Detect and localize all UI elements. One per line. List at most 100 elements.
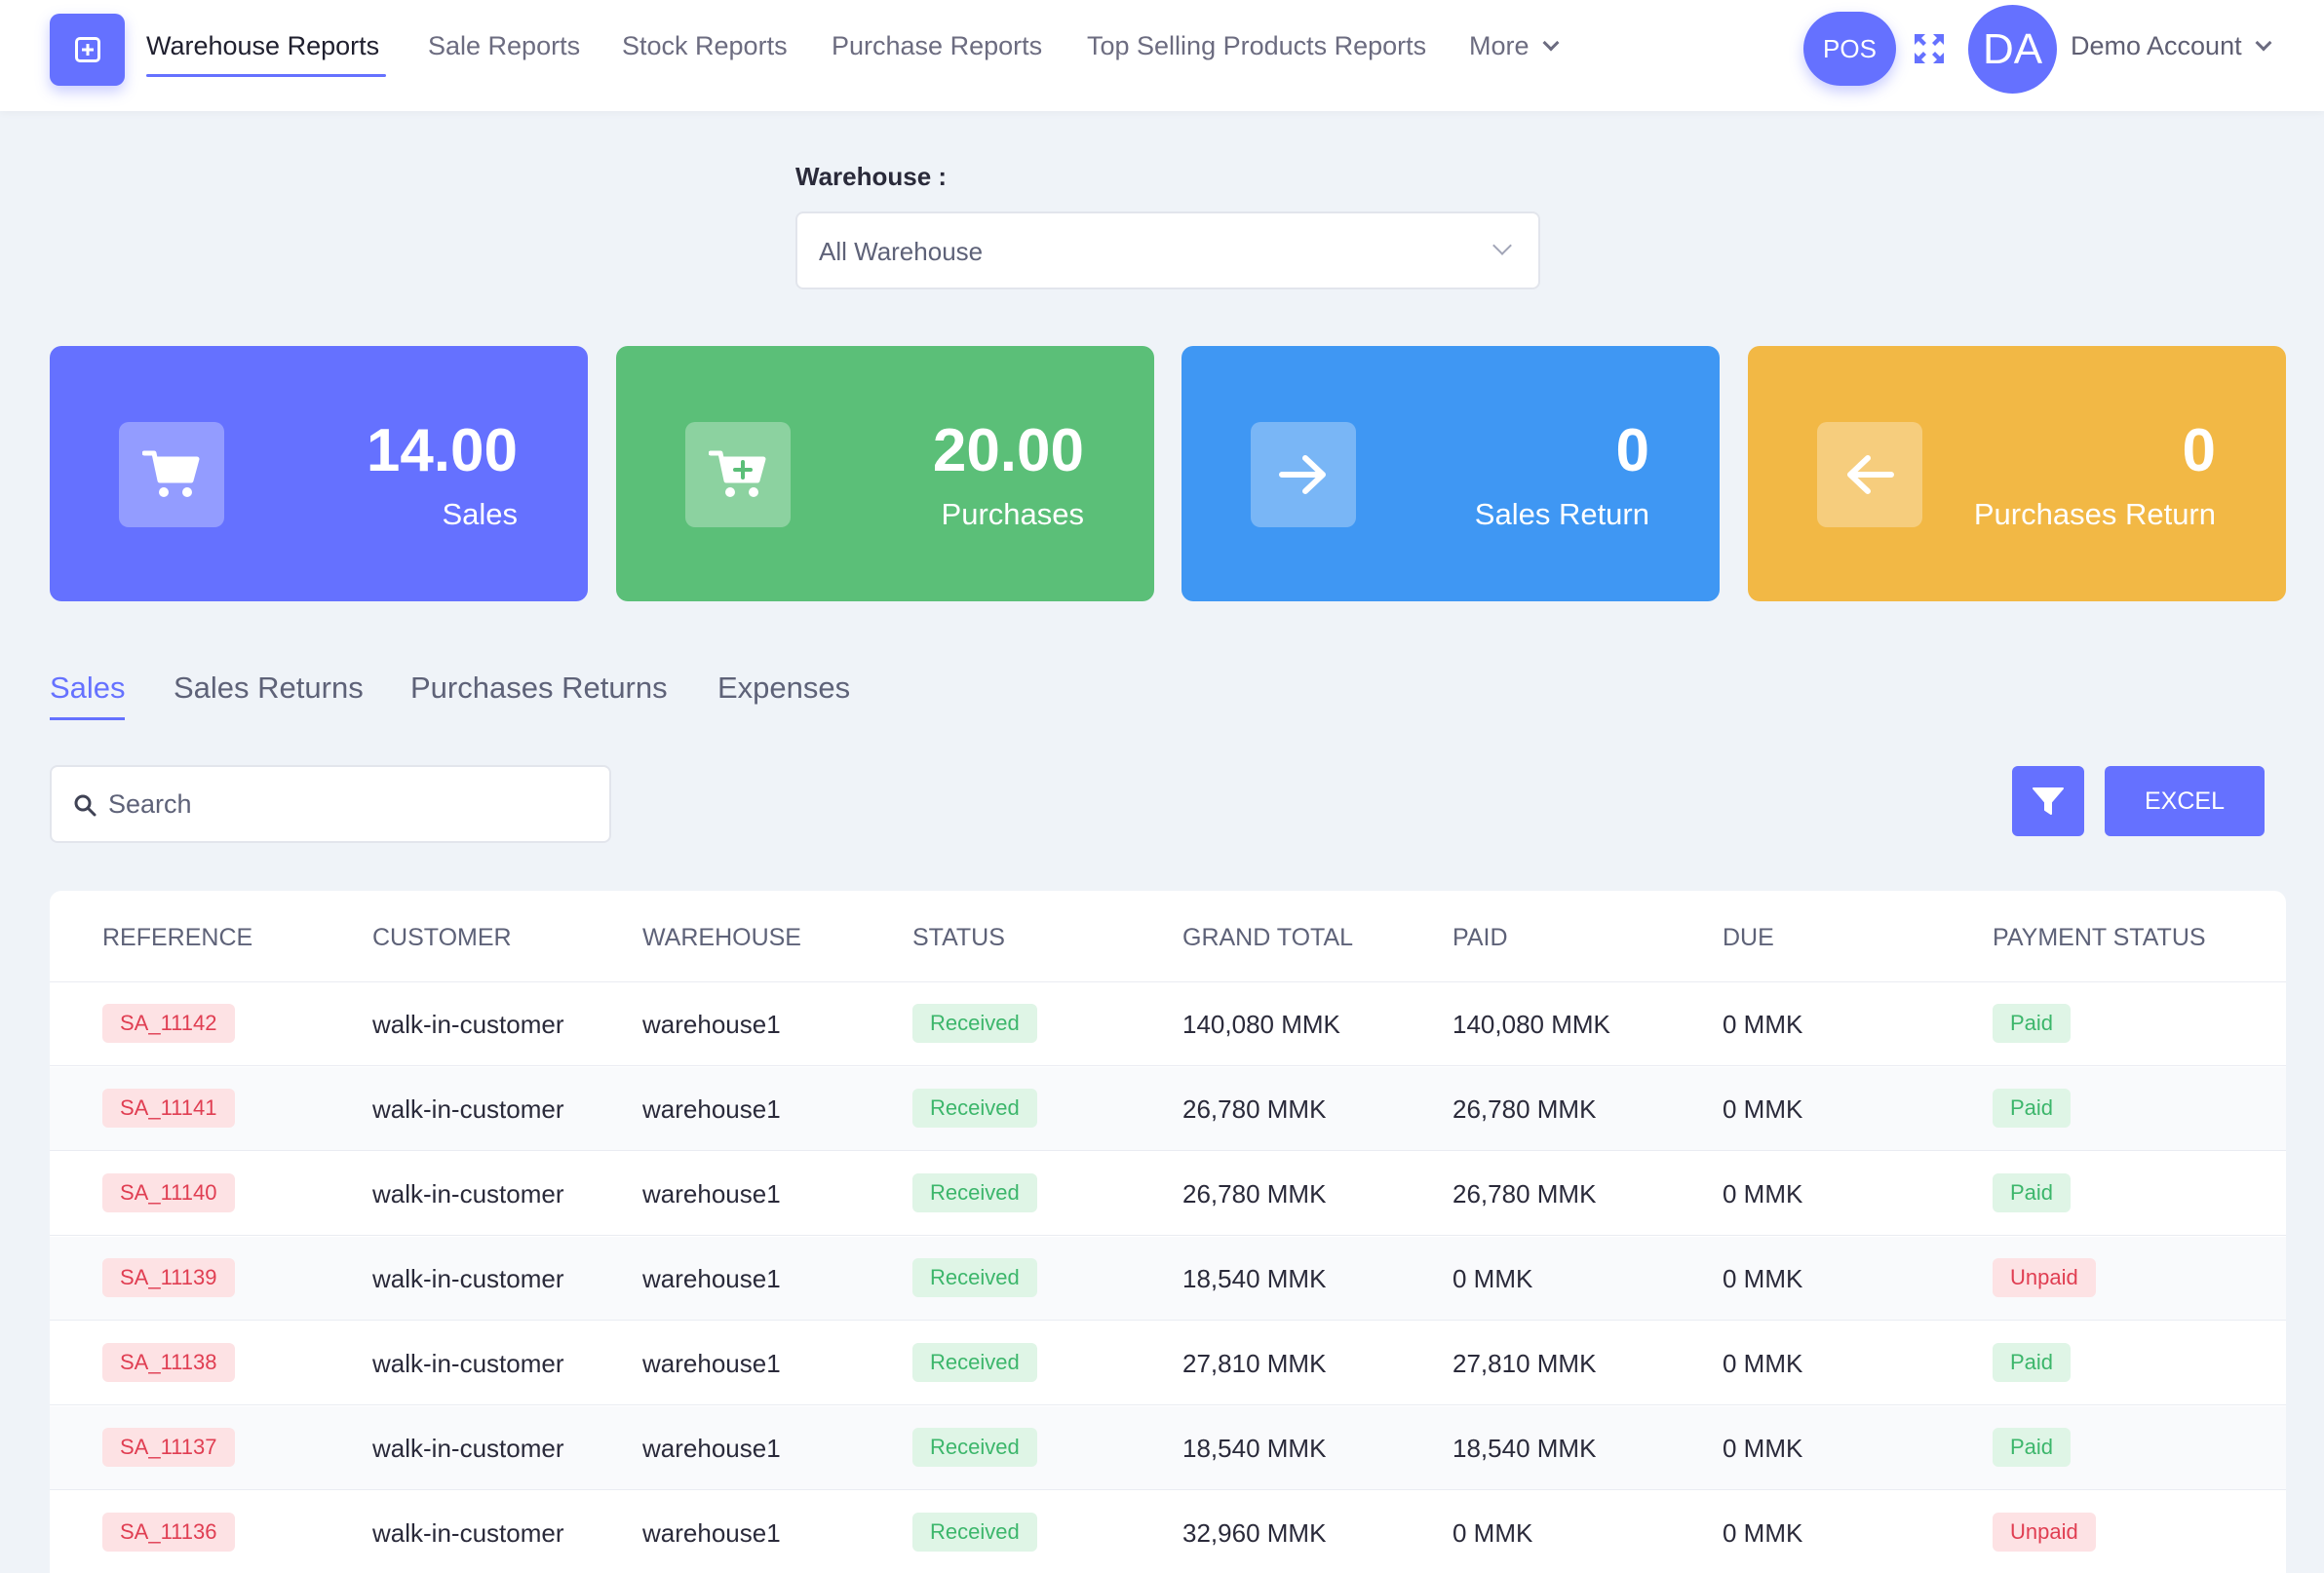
status-badge: Received [912, 1513, 1037, 1552]
table-row[interactable]: SA_11140 walk-in-customer warehouse1 Receiv… [50, 1152, 2286, 1236]
pos-button[interactable]: POS [1803, 12, 1896, 86]
status-badge: Received [912, 1258, 1037, 1297]
grand-total-cell: 32,960 MMK [1182, 1518, 1327, 1548]
payment-status-badge: Paid [1993, 1343, 2072, 1382]
reference-badge[interactable]: SA_11137 [102, 1428, 235, 1467]
purchases-return-value: 0 [2182, 417, 2216, 484]
purchases-return-card: 0 Purchases Return [1748, 346, 2286, 601]
grand-total-cell: 18,540 MMK [1182, 1434, 1327, 1463]
column-header-paid[interactable]: PAID [1452, 924, 1508, 952]
column-header-reference[interactable]: REFERENCE [102, 924, 252, 952]
excel-export-button[interactable]: EXCEL [2105, 766, 2265, 836]
warehouse-filter-label: Warehouse : [795, 162, 948, 191]
account-menu[interactable]: Demo Account [2071, 31, 2272, 61]
warehouse-cell: warehouse1 [642, 1264, 781, 1293]
warehouse-select[interactable]: All Warehouse [795, 211, 1540, 289]
column-header-due[interactable]: DUE [1723, 924, 1774, 952]
customer-cell: walk-in-customer [372, 1434, 564, 1463]
reference-badge[interactable]: SA_11142 [102, 1004, 235, 1043]
sales-table: REFERENCE CUSTOMER WAREHOUSE STATUS GRAN… [50, 891, 2286, 1573]
tab-expenses[interactable]: Expenses [717, 671, 850, 706]
reference-badge[interactable]: SA_11138 [102, 1343, 235, 1382]
app-menu-button[interactable] [50, 14, 125, 86]
filter-icon [2033, 787, 2064, 815]
filter-button[interactable] [2012, 766, 2084, 836]
tab-sales-returns[interactable]: Sales Returns [174, 671, 364, 706]
status-badge: Received [912, 1428, 1037, 1467]
table-row[interactable]: SA_11142 walk-in-customer warehouse1 Receiv… [50, 982, 2286, 1066]
reference-badge[interactable]: SA_11136 [102, 1513, 235, 1552]
column-header-payment-status[interactable]: PAYMENT STATUS [1993, 924, 2206, 952]
reference-badge[interactable]: SA_11139 [102, 1258, 235, 1297]
chevron-down-icon [1492, 236, 1512, 255]
nav-warehouse-reports[interactable]: Warehouse Reports [146, 31, 379, 61]
column-header-warehouse[interactable]: WAREHOUSE [642, 924, 801, 952]
column-header-grand-total[interactable]: GRAND TOTAL [1182, 924, 1353, 952]
cart-plus-icon [685, 422, 791, 527]
nav-stock-reports[interactable]: Stock Reports [622, 31, 788, 61]
due-cell: 0 MMK [1723, 1434, 1803, 1463]
grand-total-cell: 18,540 MMK [1182, 1264, 1327, 1293]
customer-cell: walk-in-customer [372, 1094, 564, 1124]
plus-square-icon [74, 37, 100, 62]
nav-more-label: More [1469, 31, 1530, 60]
due-cell: 0 MMK [1723, 1094, 1803, 1124]
column-header-status[interactable]: STATUS [912, 924, 1005, 952]
nav-sale-reports[interactable]: Sale Reports [428, 31, 580, 61]
tab-purchases-returns[interactable]: Purchases Returns [410, 671, 668, 706]
reference-badge[interactable]: SA_11140 [102, 1173, 235, 1212]
customer-cell: walk-in-customer [372, 1264, 564, 1293]
warehouse-select-value: All Warehouse [819, 237, 984, 266]
grand-total-cell: 26,780 MMK [1182, 1179, 1327, 1209]
table-row[interactable]: SA_11139 walk-in-customer warehouse1 Receiv… [50, 1237, 2286, 1321]
grand-total-cell: 140,080 MMK [1182, 1010, 1340, 1039]
sales-return-label: Sales Return [1474, 497, 1649, 531]
tab-sales[interactable]: Sales [50, 671, 126, 706]
table-row[interactable]: SA_11137 walk-in-customer warehouse1 Receiv… [50, 1406, 2286, 1490]
paid-cell: 26,780 MMK [1452, 1179, 1597, 1209]
nav-purchase-reports[interactable]: Purchase Reports [832, 31, 1042, 61]
nav-top-selling-products-reports[interactable]: Top Selling Products Reports [1087, 31, 1426, 61]
fullscreen-icon[interactable] [1913, 32, 1946, 65]
customer-cell: walk-in-customer [372, 1179, 564, 1209]
due-cell: 0 MMK [1723, 1518, 1803, 1548]
warehouse-cell: warehouse1 [642, 1010, 781, 1039]
purchases-label: Purchases [941, 497, 1084, 531]
column-header-customer[interactable]: CUSTOMER [372, 924, 512, 952]
status-badge: Received [912, 1089, 1037, 1128]
due-cell: 0 MMK [1723, 1010, 1803, 1039]
paid-cell: 140,080 MMK [1452, 1010, 1610, 1039]
customer-cell: walk-in-customer [372, 1349, 564, 1378]
customer-cell: walk-in-customer [372, 1518, 564, 1548]
customer-cell: walk-in-customer [372, 1010, 564, 1039]
avatar[interactable]: DA [1968, 5, 2057, 94]
purchases-return-label: Purchases Return [1973, 497, 2216, 531]
arrow-right-icon [1251, 422, 1356, 527]
sales-return-value: 0 [1615, 417, 1649, 484]
search-icon [74, 794, 97, 817]
arrow-left-icon [1817, 422, 1922, 527]
cart-icon [119, 422, 224, 527]
grand-total-cell: 27,810 MMK [1182, 1349, 1327, 1378]
sales-value: 14.00 [366, 417, 518, 484]
warehouse-cell: warehouse1 [642, 1518, 781, 1548]
table-row[interactable]: SA_11141 walk-in-customer warehouse1 Receiv… [50, 1067, 2286, 1151]
search-input[interactable] [108, 783, 576, 825]
account-name: Demo Account [2071, 31, 2242, 60]
nav-more-dropdown[interactable]: More [1469, 31, 1560, 61]
payment-status-badge: Paid [1993, 1173, 2072, 1212]
reference-badge[interactable]: SA_11141 [102, 1089, 235, 1128]
purchases-card: 20.00 Purchases [616, 346, 1154, 601]
search-box [50, 765, 611, 843]
status-badge: Received [912, 1004, 1037, 1043]
paid-cell: 18,540 MMK [1452, 1434, 1597, 1463]
purchases-value: 20.00 [932, 417, 1084, 484]
payment-status-badge: Unpaid [1993, 1258, 2096, 1297]
table-row[interactable]: SA_11138 walk-in-customer warehouse1 Receiv… [50, 1322, 2286, 1405]
chevron-down-icon [1542, 34, 1560, 52]
warehouse-cell: warehouse1 [642, 1349, 781, 1378]
sales-return-card: 0 Sales Return [1181, 346, 1720, 601]
table-row[interactable]: SA_11136 walk-in-customer warehouse1 Receiv… [50, 1491, 2286, 1573]
paid-cell: 0 MMK [1452, 1264, 1533, 1293]
sales-label: Sales [442, 497, 518, 531]
